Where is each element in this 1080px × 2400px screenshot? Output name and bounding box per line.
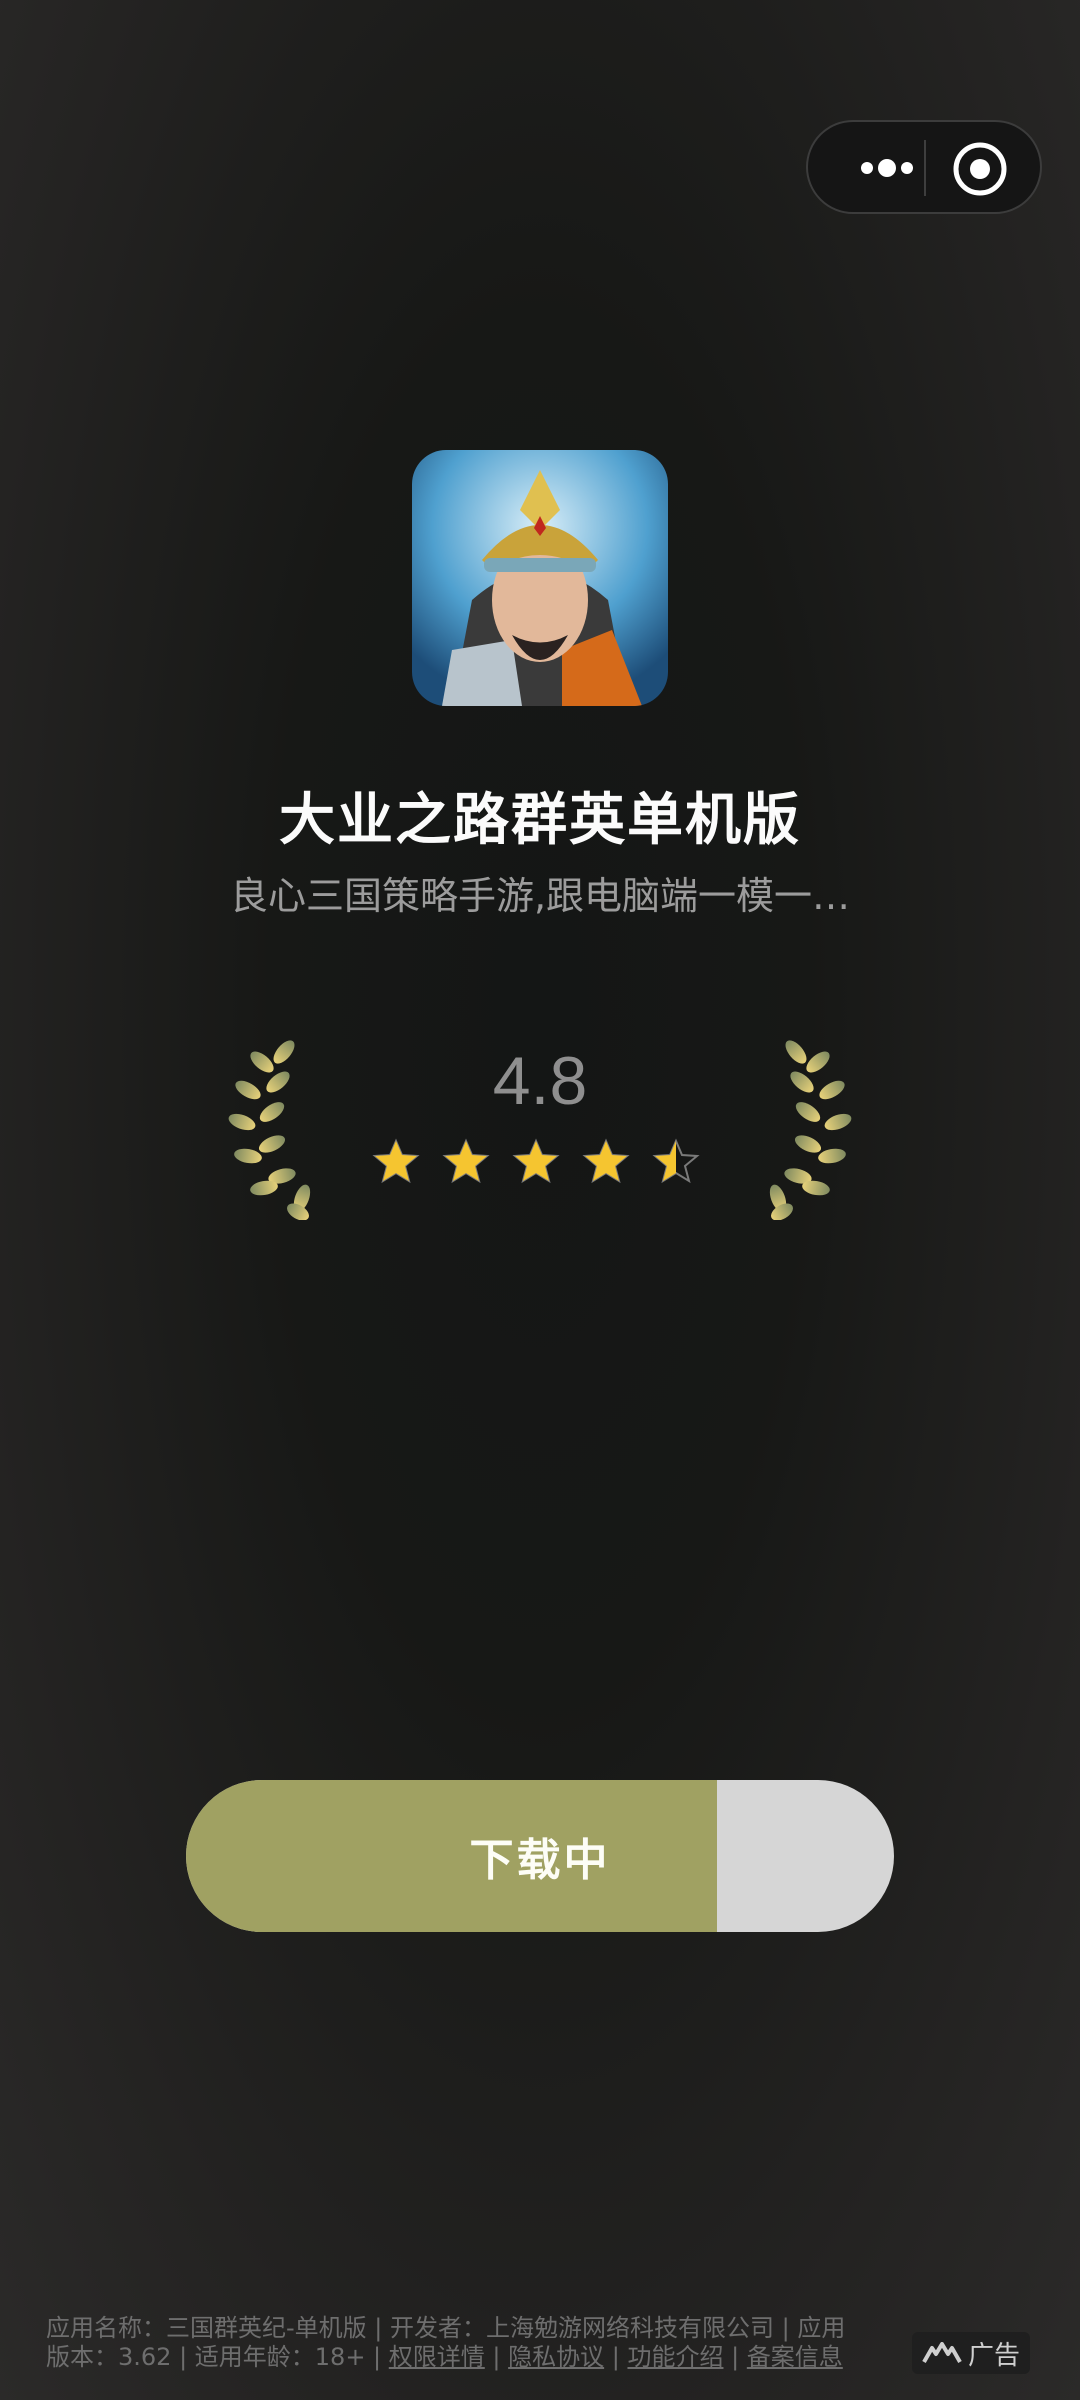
star-full-icon xyxy=(582,1138,630,1184)
footer-sep: | xyxy=(723,2343,747,2371)
app-tagline: 良心三国策略手游,跟电脑端一模一… xyxy=(229,874,851,918)
permissions-link[interactable]: 权限详情 xyxy=(389,2343,485,2371)
download-label: 下载中 xyxy=(469,1835,611,1886)
app-icon xyxy=(412,450,668,706)
star-half-icon xyxy=(652,1138,700,1184)
miniprogram-capsule xyxy=(806,120,1042,214)
footer-sep: | xyxy=(484,2343,509,2371)
close-target-icon xyxy=(953,142,1007,196)
star-full-icon xyxy=(372,1138,420,1184)
ad-label: 广告 xyxy=(967,2340,1020,2371)
more-button[interactable] xyxy=(842,144,932,192)
rating-stars xyxy=(372,1138,700,1186)
app-title: 大业之路群英单机版 xyxy=(279,788,801,853)
footer-version-text: 版本：3.62 | 适用年龄：18+ | xyxy=(46,2343,389,2371)
features-link[interactable]: 功能介绍 xyxy=(627,2343,723,2371)
ad-badge[interactable]: 广告 xyxy=(912,2332,1030,2374)
filing-link[interactable]: 备案信息 xyxy=(747,2343,843,2371)
footer-line1: 应用名称：三国群英纪-单机版 | 开发者：上海勉游网络科技有限公司 | 应用 xyxy=(46,2314,846,2342)
footer-sep: | xyxy=(604,2343,628,2371)
download-button[interactable]: 下载中 xyxy=(186,1780,894,1932)
app-info-footer: 应用名称：三国群英纪-单机版 | 开发者：上海勉游网络科技有限公司 | 应用 版… xyxy=(46,2314,866,2372)
more-dots-icon xyxy=(861,159,913,177)
close-button[interactable] xyxy=(948,137,1012,201)
privacy-link[interactable]: 隐私协议 xyxy=(508,2343,604,2371)
rating-score: 4.8 xyxy=(492,1043,588,1119)
footer-line2: 版本：3.62 | 适用年龄：18+ | 权限详情 | 隐私协议 | 功能介绍 … xyxy=(46,2343,866,2372)
ad-logo-icon xyxy=(922,2342,962,2363)
star-full-icon xyxy=(512,1138,560,1184)
star-full-icon xyxy=(442,1138,490,1184)
capsule-divider xyxy=(924,140,926,196)
